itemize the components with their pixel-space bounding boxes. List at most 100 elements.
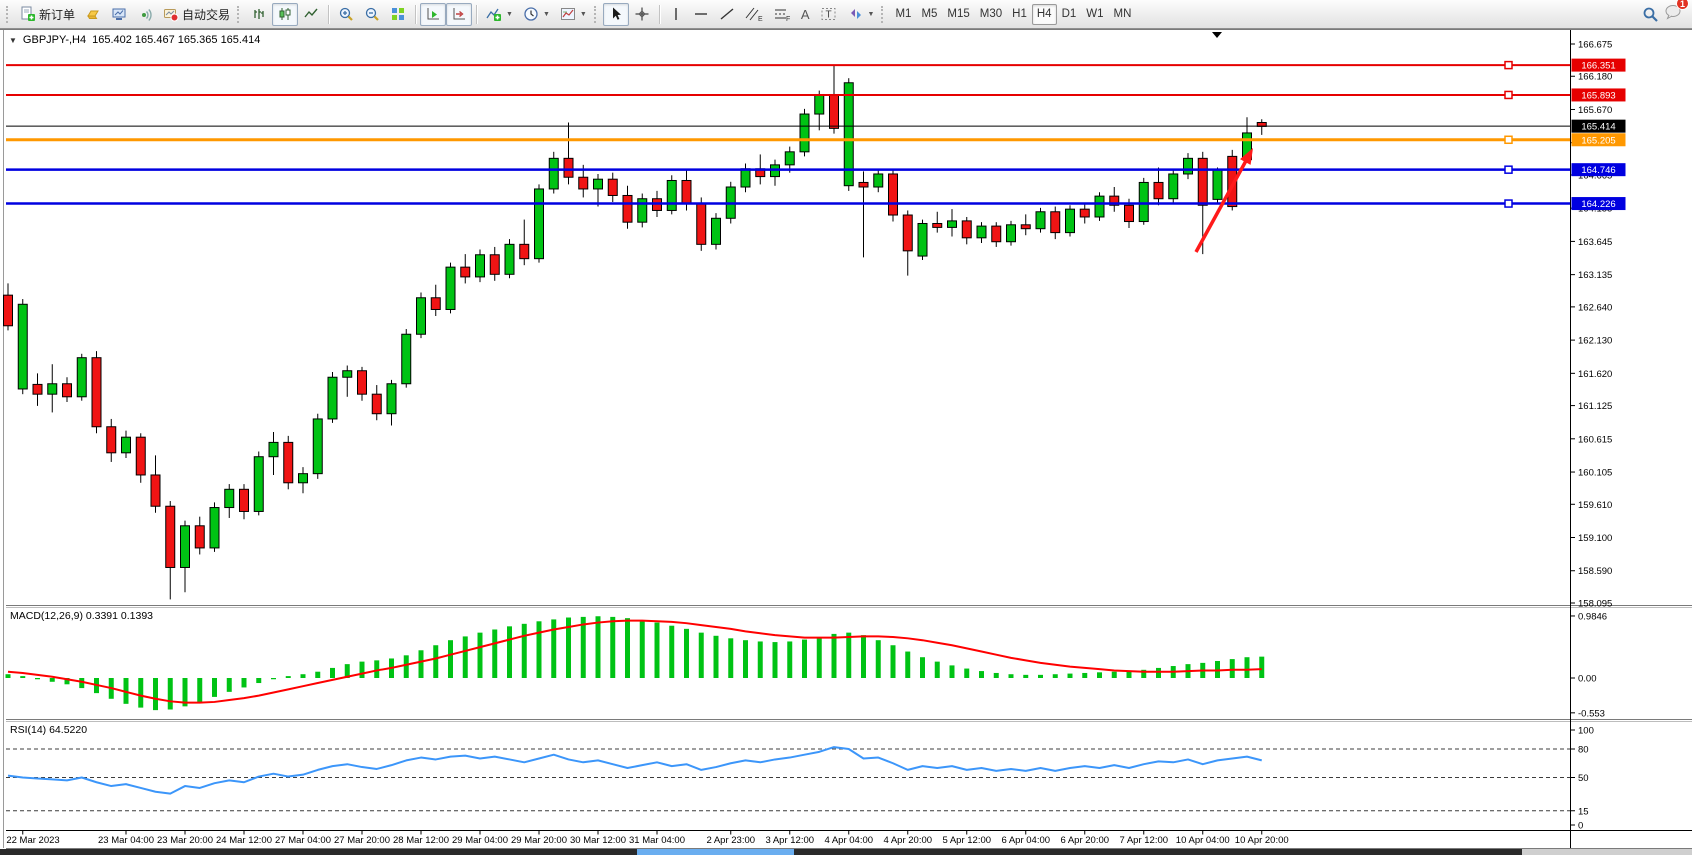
time-axis-label: 24 Mar 12:00 [216, 835, 272, 846]
macd-histogram-bar [1023, 675, 1028, 678]
price-tick: 159.610 [1578, 500, 1612, 511]
macd-histogram-bar [876, 640, 881, 678]
rsi-indicator-label: RSI(14) 64.5220 [10, 724, 87, 736]
macd-histogram-bar [581, 617, 586, 678]
time-axis-label: 30 Mar 12:00 [570, 835, 626, 846]
rsi-axis-tick: 15 [1578, 806, 1589, 817]
macd-axis-tick: 0.00 [1578, 674, 1597, 685]
rsi-axis-tick: 50 [1578, 773, 1589, 784]
macd-histogram-bar [1068, 674, 1073, 678]
price-tick: 161.620 [1578, 369, 1612, 380]
macd-histogram-bar [1112, 672, 1117, 678]
time-axis-label: 29 Mar 04:00 [452, 835, 508, 846]
macd-histogram-bar [537, 621, 542, 678]
macd-histogram-bar [1009, 674, 1014, 678]
level-endpoint-marker [1505, 91, 1512, 98]
bottom-border-right [794, 849, 1522, 855]
macd-histogram-bar [492, 629, 497, 678]
time-axis-label: 10 Apr 04:00 [1176, 835, 1230, 846]
time-axis-label: 27 Mar 20:00 [334, 835, 390, 846]
macd-histogram-bar [846, 633, 851, 678]
macd-histogram-bar [50, 678, 55, 682]
macd-histogram-bar [802, 640, 807, 678]
macd-histogram-bar [419, 650, 424, 678]
price-level-pill-text: 165.414 [1581, 122, 1615, 133]
time-axis-label: 23 Mar 20:00 [157, 835, 213, 846]
level-endpoint-marker [1505, 136, 1512, 143]
ohlc-values: 165.402 165.467 165.365 165.414 [92, 34, 260, 46]
macd-histogram-bar [404, 655, 409, 678]
macd-histogram-bar [950, 665, 955, 678]
macd-histogram-bar [522, 624, 527, 678]
macd-histogram-bar [773, 642, 778, 678]
chart-area[interactable]: 166.675166.180165.670165.160164.665164.1… [0, 0, 1692, 855]
macd-histogram-bar [35, 678, 40, 679]
time-axis-label: 29 Mar 20:00 [511, 835, 567, 846]
time-axis-label: 4 Apr 04:00 [824, 835, 873, 846]
macd-histogram-bar [861, 635, 866, 678]
macd-histogram-bar [669, 626, 674, 678]
macd-histogram-bar [684, 629, 689, 678]
macd-histogram-bar [596, 616, 601, 678]
time-axis-label: 4 Apr 20:00 [883, 835, 932, 846]
macd-histogram-bar [905, 652, 910, 678]
price-tick: 163.135 [1578, 270, 1612, 281]
macd-histogram-bar [360, 662, 365, 678]
time-axis-label: 5 Apr 12:00 [942, 835, 991, 846]
macd-histogram-bar [714, 636, 719, 678]
macd-histogram-bar [1038, 675, 1043, 678]
macd-histogram-bar [699, 633, 704, 678]
time-axis-label: 2 Apr 23:00 [706, 835, 755, 846]
symbol-period-label: GBPJPY-,H4 [23, 34, 86, 46]
macd-histogram-bar [787, 641, 792, 678]
chart-canvas[interactable]: 166.675166.180165.670165.160164.665164.1… [0, 0, 1692, 855]
rsi-line [8, 747, 1262, 794]
time-axis-label: 23 Mar 04:00 [98, 835, 154, 846]
macd-histogram-bar [315, 672, 320, 678]
macd-axis-tick: 0.9846 [1578, 611, 1607, 622]
macd-histogram-bar [197, 678, 202, 702]
macd-histogram-bar [448, 640, 453, 678]
price-tick: 162.640 [1578, 302, 1612, 313]
macd-histogram-bar [964, 669, 969, 678]
macd-histogram-bar [463, 636, 468, 678]
macd-histogram-bar [6, 674, 11, 678]
macd-histogram-bar [168, 678, 173, 710]
macd-histogram-bar [1053, 674, 1058, 678]
price-tick: 166.675 [1578, 40, 1612, 51]
macd-histogram-bar [433, 645, 438, 678]
time-axis-label: 3 Apr 12:00 [765, 835, 814, 846]
price-tick: 158.590 [1578, 566, 1612, 577]
time-axis-label: 6 Apr 04:00 [1001, 835, 1050, 846]
price-tick: 165.670 [1578, 105, 1612, 116]
macd-histogram-bar [640, 620, 645, 678]
macd-histogram-bar [330, 668, 335, 678]
price-level-pill-text: 166.351 [1581, 61, 1615, 72]
chevron-down-icon: ▼ [9, 36, 17, 45]
time-axis-label: 22 Mar 2023 [6, 835, 59, 846]
macd-histogram-bar [227, 678, 232, 692]
level-endpoint-marker [1505, 166, 1512, 173]
price-tick: 161.125 [1578, 401, 1612, 412]
macd-histogram-bar [1230, 659, 1235, 678]
macd-signal-line [8, 621, 1262, 703]
price-tick: 160.105 [1578, 468, 1612, 479]
macd-histogram-bar [935, 662, 940, 678]
macd-histogram-bar [817, 637, 822, 678]
bottom-scrollbar-thumb[interactable] [637, 849, 794, 855]
level-endpoint-marker [1505, 200, 1512, 207]
macd-histogram-bar [758, 641, 763, 678]
price-tick: 162.130 [1578, 336, 1612, 347]
macd-histogram-bar [1156, 668, 1161, 678]
macd-histogram-bar [994, 673, 999, 678]
price-level-pill-text: 164.746 [1581, 165, 1615, 176]
macd-histogram-bar [212, 678, 217, 697]
macd-histogram-bar [728, 638, 733, 678]
time-axis-label: 31 Mar 04:00 [629, 835, 685, 846]
candlestick-series [4, 65, 1267, 600]
macd-histogram-bar [655, 623, 660, 678]
macd-histogram-bar [478, 633, 483, 678]
price-tick: 163.645 [1578, 237, 1612, 248]
macd-histogram-bar [507, 626, 512, 678]
macd-histogram-bar [610, 617, 615, 678]
